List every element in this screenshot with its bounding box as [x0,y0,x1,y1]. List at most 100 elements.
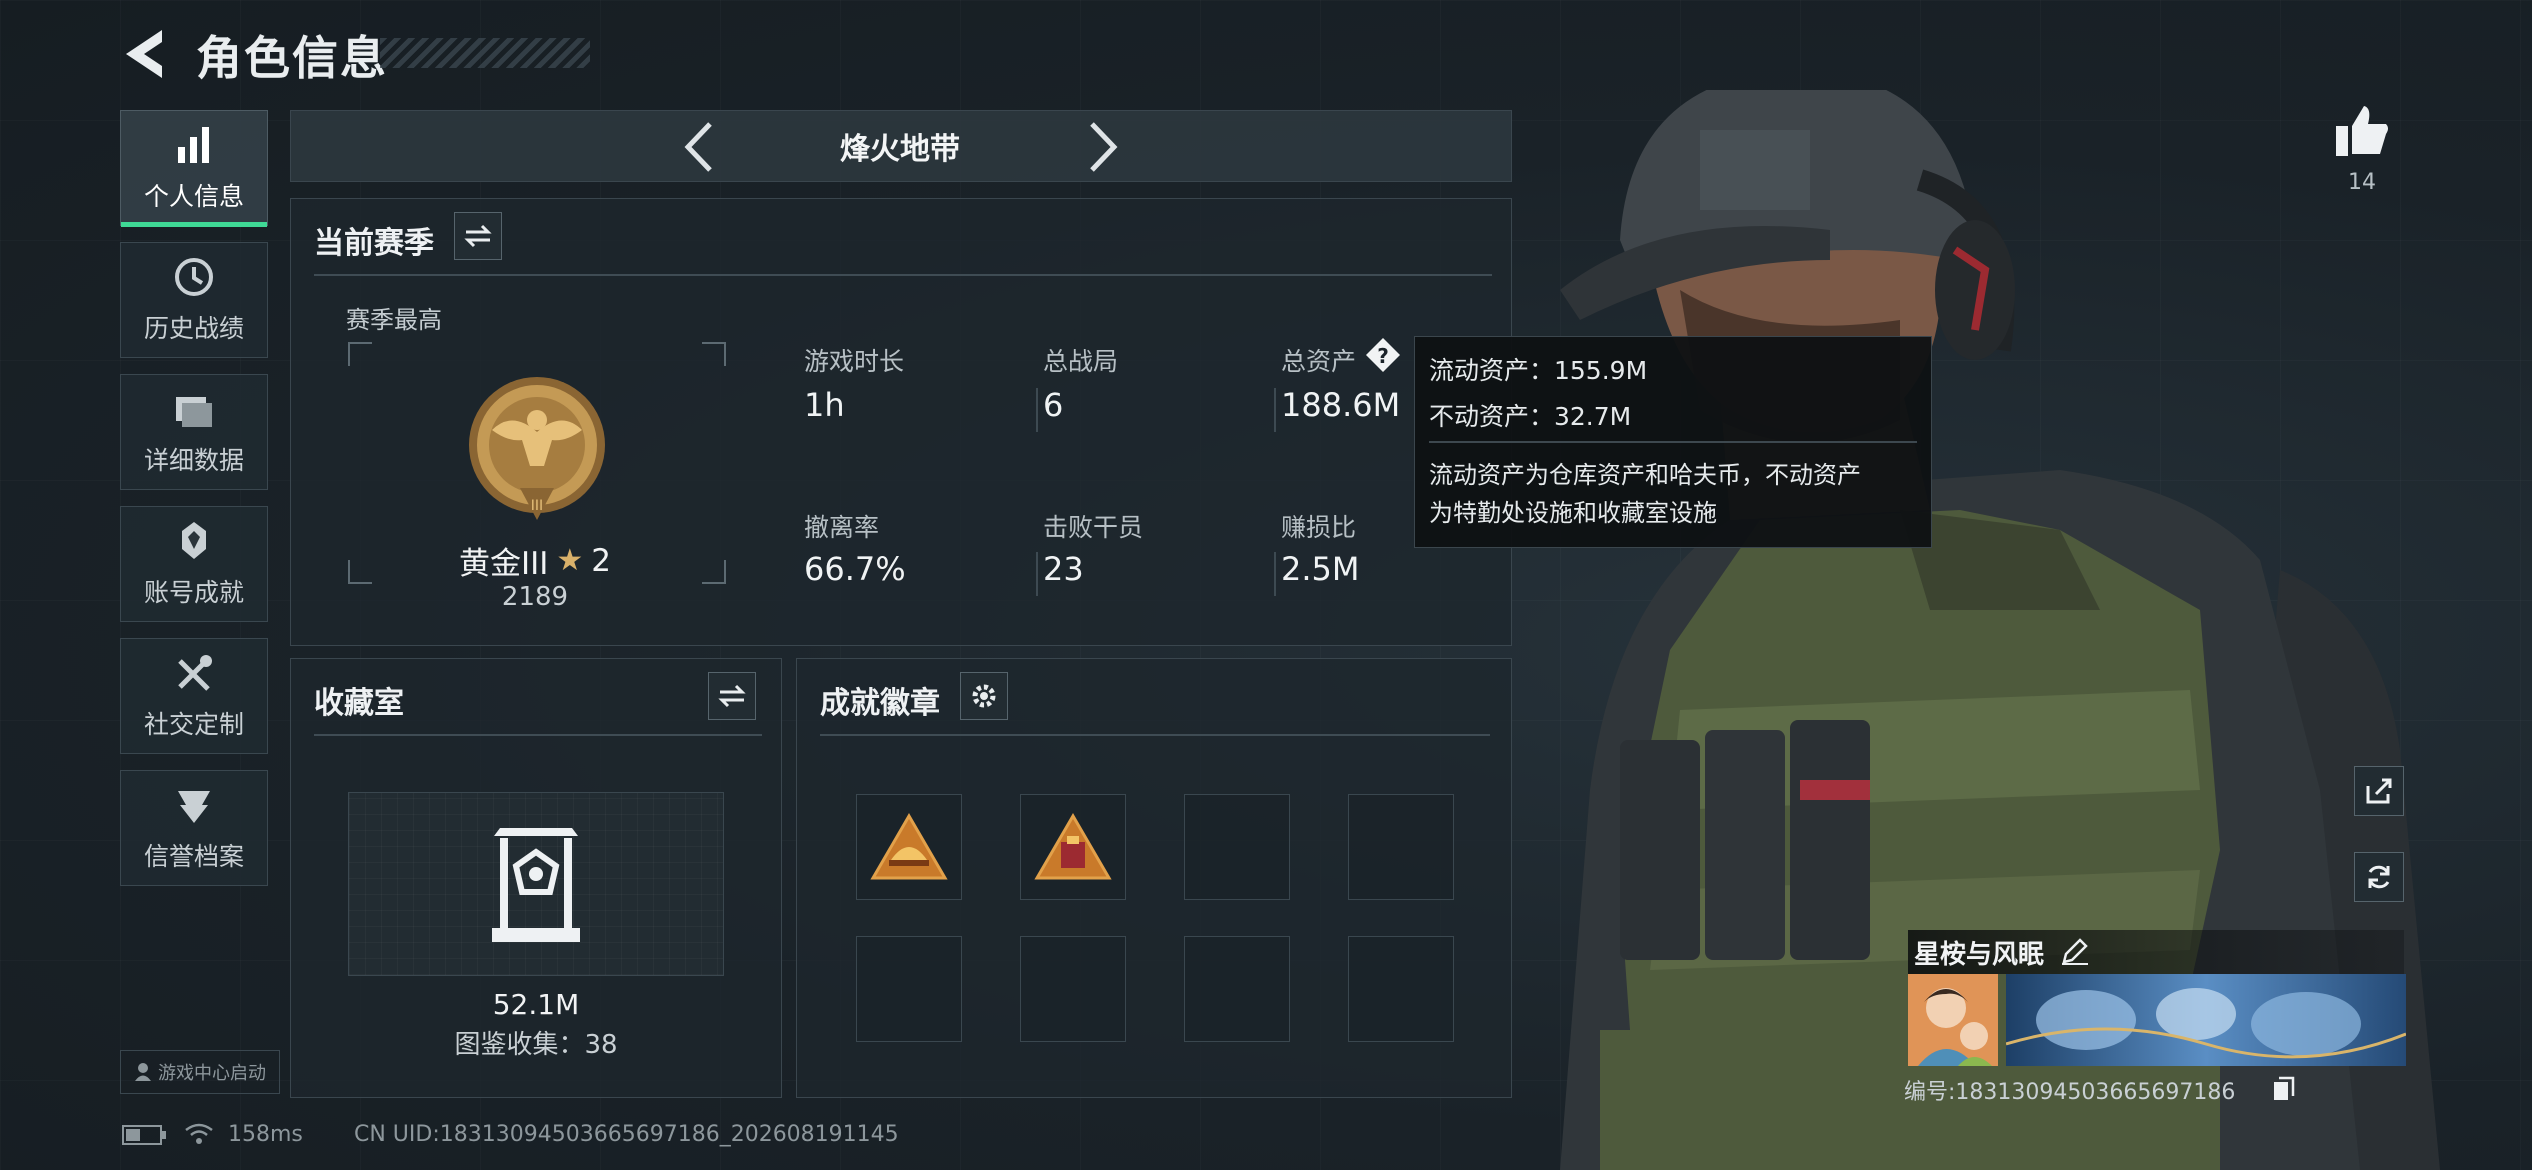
stat-value: 6 [1043,386,1064,424]
sidebar-item-label: 个人信息 [143,182,244,211]
rank-stars: 2 [591,542,612,579]
like-count: 14 [2348,170,2376,195]
badge-slot-empty[interactable] [1184,936,1290,1042]
stat-label: 赚损比 [1281,513,1357,542]
sidebar-item-social-custom[interactable]: 社交定制 [120,638,268,754]
folder-icon [176,397,212,427]
credit-icon [178,791,210,823]
collection-switch-button[interactable] [708,672,756,720]
copy-icon[interactable] [2272,1076,2296,1102]
svg-text:?: ? [1377,344,1389,368]
sidebar-item-label: 社交定制 [143,710,244,739]
user-icon [135,1063,151,1081]
tooltip-liquid-assets: 流动资产：155.9M [1429,356,1648,385]
battery-icon [122,1125,166,1145]
game-center-launch-chip: 游戏中心启动 [120,1050,280,1094]
stat-value: 66.7% [804,550,906,588]
sidebar-item-detailed-data[interactable]: 详细数据 [120,374,268,490]
divider [1429,441,1917,443]
thumbs-up-icon[interactable] [2334,104,2390,158]
title-decoration [380,38,590,68]
badge-slot-empty[interactable] [1348,936,1454,1042]
sidebar-item-history[interactable]: 历史战绩 [120,242,268,358]
tooltip-description-line: 流动资产为仓库资产和哈夫币，不动资产 [1429,461,1861,489]
wifi-icon [185,1123,213,1144]
tooltip-description-line: 为特勤处设施和收藏室设施 [1429,499,1717,527]
frame-corner [702,342,726,366]
profile-banner [2006,974,2406,1066]
badges-title: 成就徽章 [820,686,940,721]
page-title: 角色信息 [196,31,388,85]
help-button[interactable]: ? [1364,336,1402,374]
divider [314,734,762,736]
chevron-right-icon[interactable] [1082,120,1122,174]
swap-icon [718,684,746,708]
stat-label: 击败干员 [1043,513,1144,542]
divider [820,734,1490,736]
refresh-icon [2368,865,2390,889]
sidebar-item-personal-info[interactable]: 个人信息 [120,110,268,227]
sidebar-item-label: 账号成就 [143,578,244,607]
sidebar-item-credit-record[interactable]: 信誉档案 [120,770,268,886]
tools-icon [178,655,212,691]
stat-value: 1h [804,386,845,424]
divider [314,274,1492,276]
badge-slot-empty[interactable] [1020,936,1126,1042]
helmet-badge-icon [870,813,948,880]
badge-slot-empty[interactable] [1348,794,1454,900]
svg-text:III: III [531,498,543,514]
frame-corner [702,560,726,584]
season-title: 当前赛季 [314,226,434,261]
ping-value: 158ms [228,1122,303,1147]
collection-title: 收藏室 [314,686,404,721]
badge-slot[interactable] [856,794,962,900]
sidebar-item-achievements[interactable]: 账号成就 [120,506,268,622]
player-id: 编号:18313094503665697186 [1904,1080,2236,1105]
season-best-label: 赛季最高 [346,306,442,334]
collection-value: 52.1M [492,988,580,1021]
bar-chart-icon [178,127,209,163]
divider [1274,552,1276,596]
share-button[interactable] [2354,766,2404,816]
help-icon: ? [1366,338,1400,372]
rank-name-row: 黄金III ★ 2 [400,538,670,583]
edit-pencil-icon[interactable] [2060,936,2090,966]
sidebar-item-label: 历史战绩 [143,314,244,343]
avatar[interactable] [1908,974,1998,1066]
asset-tooltip: 流动资产：155.9M 不动资产：32.7M 流动资产为仓库资产和哈夫币，不动资… [1414,336,1932,548]
back-arrow-icon[interactable] [118,26,168,82]
chevron-left-icon[interactable] [680,120,720,174]
divider [1036,552,1038,596]
gear-icon [972,684,996,708]
badge-slot[interactable] [1020,794,1126,900]
stat-label: 撤离率 [804,513,880,542]
mode-label: 烽火地带 [840,132,960,167]
stat-value: 23 [1043,550,1084,588]
stat-label: 总战局 [1043,347,1119,376]
uid-text: CN UID:18313094503665697186_202608191145 [354,1122,899,1147]
divider [1274,388,1276,432]
achievement-icon [182,522,206,559]
display-case-icon [492,828,580,942]
frame-corner [348,560,372,584]
clock-icon [175,258,213,296]
divider [1036,388,1038,432]
stat-label: 游戏时长 [804,347,905,376]
stat-label: 总资产 [1281,347,1357,376]
badge-slot-empty[interactable] [856,936,962,1042]
badges-settings-button[interactable] [960,672,1008,720]
stat-value: 188.6M [1281,386,1401,424]
swap-icon [464,224,492,248]
sidebar-item-label: 详细数据 [143,446,244,475]
share-icon [2366,778,2392,804]
rank-name: 黄金III [458,546,549,582]
badge-slot-empty[interactable] [1184,794,1290,900]
rank-points: 2189 [501,582,569,612]
gold-rank-medal-icon: III [469,377,605,520]
refresh-button[interactable] [2354,852,2404,902]
game-center-label: 游戏中心启动 [158,1063,266,1084]
frame-corner [348,342,372,366]
star-icon: ★ [556,543,584,578]
tooltip-fixed-assets: 不动资产：32.7M [1429,402,1632,431]
season-switch-button[interactable] [454,212,502,260]
